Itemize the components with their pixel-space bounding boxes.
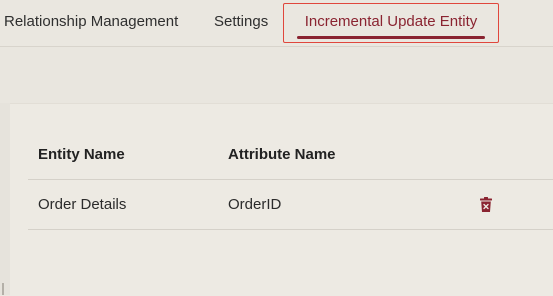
tab-incremental-update-entity-label: Incremental Update Entity — [304, 13, 478, 30]
tab-bar: Relationship Management Settings Increme… — [0, 0, 553, 47]
tab-settings[interactable]: Settings — [214, 0, 268, 46]
scrollbar-thumb[interactable] — [2, 283, 4, 295]
cell-attribute-name: OrderID — [228, 196, 282, 213]
trash-icon-graphic — [480, 197, 492, 212]
trash-icon[interactable] — [480, 197, 492, 212]
panel-left-edge — [0, 103, 10, 295]
cell-entity-name: Order Details — [38, 196, 127, 213]
column-header-entity-name: Entity Name — [38, 146, 125, 163]
table-row: Order Details OrderID — [28, 180, 553, 230]
entity-table: Entity Name Attribute Name Order Details… — [28, 130, 553, 230]
active-tab-indicator — [297, 36, 485, 39]
toolbar-area — [0, 47, 553, 103]
tab-incremental-update-entity[interactable]: Incremental Update Entity — [283, 3, 499, 43]
tab-relationship-management[interactable]: Relationship Management — [4, 0, 178, 46]
column-header-attribute-name: Attribute Name — [228, 146, 336, 163]
table-header-row: Entity Name Attribute Name — [28, 130, 553, 180]
